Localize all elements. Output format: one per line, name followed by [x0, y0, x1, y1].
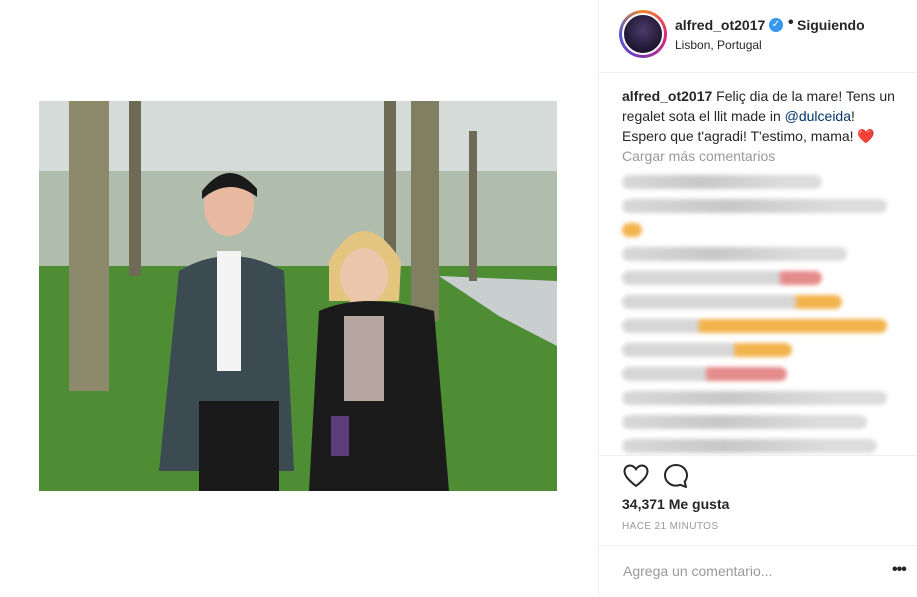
comment-item: [622, 439, 877, 453]
comment-item: [622, 295, 842, 309]
location-link[interactable]: Lisbon, Portugal: [675, 38, 762, 52]
heart-emoji-icon: ❤️: [857, 128, 875, 144]
add-comment-bar: •••: [599, 545, 917, 597]
comment-bubble-icon[interactable]: [663, 463, 689, 489]
caption-username[interactable]: alfred_ot2017: [622, 88, 712, 104]
comment-item: [622, 415, 867, 429]
comment-item: [622, 247, 847, 261]
post-caption: alfred_ot2017 Feliç dia de la mare! Tens…: [622, 86, 896, 146]
post-photo[interactable]: [39, 101, 557, 491]
post-header: alfred_ot2017 ✓ • Siguiendo Lisbon, Port…: [599, 0, 917, 73]
verified-badge-icon: ✓: [769, 18, 783, 32]
post-side-panel: alfred_ot2017 ✓ • Siguiendo Lisbon, Port…: [598, 0, 917, 596]
following-button[interactable]: Siguiendo: [797, 17, 865, 33]
comments-list: [622, 175, 902, 463]
comment-item: [622, 319, 887, 333]
comment-input[interactable]: [621, 560, 865, 582]
post-timestamp[interactable]: HACE 21 MINUTOS: [622, 521, 718, 532]
likes-count[interactable]: 34,371 Me gusta: [622, 496, 729, 512]
username-link[interactable]: alfred_ot2017: [675, 17, 765, 33]
more-options-icon[interactable]: •••: [892, 561, 907, 579]
comment-item: [622, 199, 887, 213]
separator-dot: •: [788, 14, 794, 31]
post-photo-scene: [39, 101, 557, 491]
comment-item: [622, 343, 792, 357]
post-media-pane: [0, 0, 598, 596]
heart-outline-icon[interactable]: [623, 464, 649, 488]
comment-item: [622, 391, 887, 405]
caption-mention-link[interactable]: @dulceida: [785, 108, 851, 124]
comment-item: [622, 367, 787, 381]
comment-item: [622, 271, 822, 285]
load-more-comments-button[interactable]: Cargar más comentarios: [622, 148, 775, 164]
comment-item: [622, 175, 822, 189]
avatar[interactable]: [619, 10, 667, 58]
comment-emoji: [622, 223, 642, 237]
avatar-image: [622, 13, 664, 55]
